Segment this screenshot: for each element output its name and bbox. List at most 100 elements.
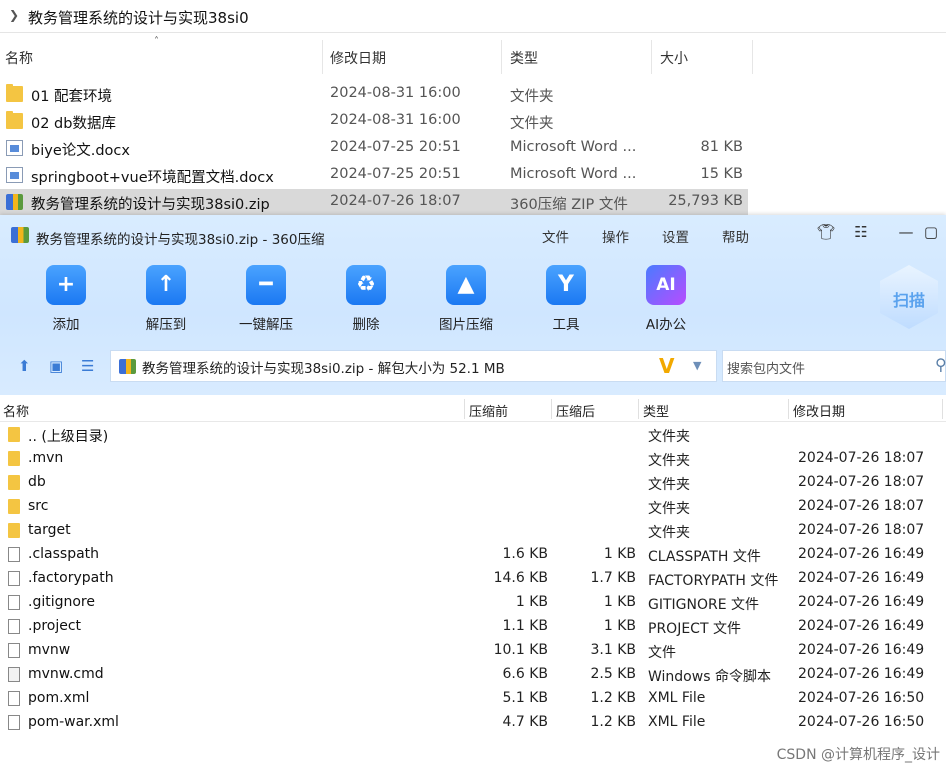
archive-row[interactable]: src 文件夹 2024-07-26 18:07 <box>0 495 946 519</box>
file-date: 2024-07-26 18:07 <box>330 193 461 209</box>
explorer-column-header: ˄ 名称 修改日期 类型 大小 <box>0 36 755 74</box>
entry-name: mvnw <box>28 642 71 658</box>
column-name[interactable]: 名称 <box>5 48 33 68</box>
entry-date: 2024-07-26 18:07 <box>798 450 925 466</box>
search-placeholder: 搜索包内文件 <box>727 362 806 377</box>
entry-size-before: 6.6 KB <box>502 666 549 682</box>
archive-row[interactable]: .mvn 文件夹 2024-07-26 18:07 <box>0 447 946 471</box>
entry-name: db <box>28 474 46 490</box>
file-size: 81 KB <box>700 139 743 155</box>
column-modified[interactable]: 修改日期 <box>793 401 845 420</box>
column-divider[interactable] <box>322 40 323 74</box>
archive-row[interactable]: pom.xml 5.1 KB 1.2 KB XML File 2024-07-2… <box>0 687 946 711</box>
breadcrumb: ❯ 教务管理系统的设计与实现38si0 <box>0 0 946 33</box>
entry-size-before: 5.1 KB <box>502 690 549 706</box>
column-divider[interactable] <box>551 399 552 419</box>
sort-ascending-icon: ˄ <box>154 36 159 47</box>
minimize-icon[interactable]: — <box>895 223 917 241</box>
file-type: Microsoft Word ... <box>510 166 637 182</box>
file-icon <box>8 547 20 562</box>
file-size: 15 KB <box>700 166 743 182</box>
entry-type: 文件夹 <box>648 453 690 469</box>
explorer-row[interactable]: biye论文.docx 2024-07-25 20:51 Microsoft W… <box>0 135 748 162</box>
file-icon <box>8 595 20 610</box>
v-logo-icon[interactable]: V <box>659 354 674 378</box>
chevron-right-icon[interactable]: ❯ <box>9 8 19 22</box>
column-divider[interactable] <box>788 399 789 419</box>
entry-type: Windows 命令脚本 <box>648 669 771 685</box>
file-date: 2024-08-31 16:00 <box>330 112 461 128</box>
entry-date: 2024-07-26 16:49 <box>798 642 925 658</box>
column-type[interactable]: 类型 <box>510 48 538 68</box>
chevron-down-icon[interactable]: ▼ <box>693 359 701 372</box>
archive-row[interactable]: .gitignore 1 KB 1 KB GITIGNORE 文件 2024-0… <box>0 591 946 615</box>
column-size[interactable]: 大小 <box>660 48 688 68</box>
column-before[interactable]: 压缩前 <box>469 401 508 420</box>
folder-icon <box>8 451 20 466</box>
file-type: 文件夹 <box>510 116 554 132</box>
menu-operate[interactable]: 操作 <box>602 226 629 246</box>
entry-size-before: 1.6 KB <box>502 546 549 562</box>
column-divider[interactable] <box>942 399 943 419</box>
archive-row[interactable]: pom-war.xml 4.7 KB 1.2 KB XML File 2024-… <box>0 711 946 735</box>
search-icon[interactable]: ⚲ <box>935 355 946 374</box>
breadcrumb-path[interactable]: 教务管理系统的设计与实现38si0 <box>28 7 249 28</box>
file-type: 文件夹 <box>510 89 554 105</box>
entry-type: 文件夹 <box>648 429 690 445</box>
archive-row[interactable]: mvnw.cmd 6.6 KB 2.5 KB Windows 命令脚本 2024… <box>0 663 946 687</box>
tools-icon: Y <box>546 265 586 305</box>
column-type[interactable]: 类型 <box>643 401 669 420</box>
column-divider[interactable] <box>752 40 753 74</box>
entry-size-after: 1 KB <box>603 594 636 610</box>
archive-row[interactable]: .. (上级目录) 文件夹 <box>0 423 946 447</box>
entry-date: 2024-07-26 16:50 <box>798 690 925 706</box>
explorer-row[interactable]: 02 db数据库 2024-08-31 16:00 文件夹 <box>0 108 748 135</box>
up-level-icon[interactable]: ⬆ <box>18 357 31 375</box>
archive-row[interactable]: mvnw 10.1 KB 3.1 KB 文件 2024-07-26 16:49 <box>0 639 946 663</box>
toolbar-label: 图片压缩 <box>439 317 493 333</box>
file-icon <box>8 643 20 658</box>
column-name[interactable]: 名称 <box>3 401 29 420</box>
word-document-icon <box>6 140 23 156</box>
menu-file[interactable]: 文件 <box>542 226 569 246</box>
recycle-bin-icon: ♻ <box>346 265 386 305</box>
scan-label: 扫描 <box>892 291 925 310</box>
column-divider[interactable] <box>638 399 639 419</box>
search-input[interactable]: 搜索包内文件 ⚲ <box>722 350 946 382</box>
archive-path-box[interactable]: 教务管理系统的设计与实现38si0.zip - 解包大小为 52.1 MB V … <box>110 350 717 382</box>
explorer-row[interactable]: springboot+vue环境配置文档.docx 2024-07-25 20:… <box>0 162 748 189</box>
archive-row[interactable]: .factorypath 14.6 KB 1.7 KB FACTORYPATH … <box>0 567 946 591</box>
column-after[interactable]: 压缩后 <box>556 401 595 420</box>
file-name: 01 配套环境 <box>31 89 113 105</box>
zip-window: 教务管理系统的设计与实现38si0.zip - 360压缩 文件 操作 设置 帮… <box>0 215 946 769</box>
list-view-icon[interactable]: ☰ <box>81 357 94 375</box>
entry-date: 2024-07-26 18:07 <box>798 522 925 538</box>
entry-type: 文件夹 <box>648 525 690 541</box>
maximize-icon[interactable]: ▢ <box>920 223 942 241</box>
entry-type: XML File <box>648 690 706 706</box>
column-divider[interactable] <box>501 40 502 74</box>
archive-row[interactable]: target 文件夹 2024-07-26 18:07 <box>0 519 946 543</box>
zip-archive-icon <box>119 359 136 374</box>
column-divider[interactable] <box>464 399 465 419</box>
menu-help[interactable]: 帮助 <box>722 226 749 246</box>
archive-row[interactable]: db 文件夹 2024-07-26 18:07 <box>0 471 946 495</box>
column-modified[interactable]: 修改日期 <box>330 48 386 68</box>
entry-date: 2024-07-26 16:49 <box>798 546 925 562</box>
skin-icon[interactable]: 👕︎ <box>815 223 837 241</box>
entry-date: 2024-07-26 16:49 <box>798 666 925 682</box>
archive-row[interactable]: .classpath 1.6 KB 1 KB CLASSPATH 文件 2024… <box>0 543 946 567</box>
thumbnail-view-icon[interactable]: ▣ <box>49 357 63 375</box>
file-size: 25,793 KB <box>668 193 743 209</box>
feedback-icon[interactable]: ☷ <box>850 223 872 241</box>
explorer-row[interactable]: 01 配套环境 2024-08-31 16:00 文件夹 <box>0 81 748 108</box>
entry-name: mvnw.cmd <box>28 666 104 682</box>
entry-size-before: 1.1 KB <box>502 618 549 634</box>
menu-settings[interactable]: 设置 <box>662 226 689 246</box>
archive-row[interactable]: .project 1.1 KB 1 KB PROJECT 文件 2024-07-… <box>0 615 946 639</box>
scan-button[interactable]: 扫描 <box>880 265 940 331</box>
toolbar-label: 删除 <box>352 317 380 333</box>
explorer-row-selected[interactable]: 教务管理系统的设计与实现38si0.zip 2024-07-26 18:07 3… <box>0 189 748 216</box>
entry-size-after: 1.7 KB <box>590 570 637 586</box>
column-divider[interactable] <box>651 40 652 74</box>
